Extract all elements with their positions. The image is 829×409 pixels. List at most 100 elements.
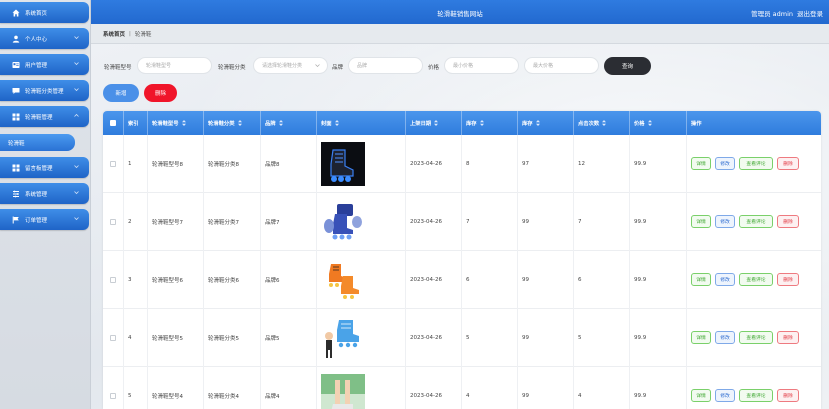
table-row: 3 轮滑鞋型号6 轮滑鞋分类6 品牌6 2023-04-26 6 99 6 99.9 详情 修改 查看… [103, 251, 821, 309]
grid-icon [12, 113, 20, 121]
edit-button[interactable]: 修改 [715, 157, 735, 170]
row-checkbox[interactable] [110, 219, 116, 225]
data-table: 索引 轮滑鞋型号 轮滑鞋分类 品牌 封面 上架日期 库存 库存 点击次数 价格 … [103, 111, 821, 409]
user-icon [12, 35, 20, 43]
sidebar-item-orders[interactable]: 订单管理 [0, 209, 89, 230]
sort-icon [602, 120, 607, 126]
detail-button[interactable]: 详情 [691, 273, 711, 286]
sidebar-item-users[interactable]: 用户管理 [0, 54, 89, 75]
col-header[interactable]: 轮滑鞋分类 [204, 111, 261, 135]
brand-cell: 品牌5 [261, 309, 317, 367]
number-cell: 7 [462, 193, 518, 251]
view-reviews-button[interactable]: 查看评论 [739, 389, 773, 402]
brand-cell: 品牌4 [261, 367, 317, 409]
operations-cell: 详情 修改 查看评论 删除 [687, 367, 821, 409]
table-row: 4 轮滑鞋型号5 轮滑鞋分类5 品牌5 2023-04-26 5 99 5 99.9 详情 修改 查看… [103, 309, 821, 367]
delete-row-button[interactable]: 删除 [777, 331, 799, 344]
sort-icon [434, 120, 439, 126]
cover-cell [317, 135, 406, 193]
site-title: 轮滑鞋销售网站 [437, 10, 483, 18]
sidebar-item-profile[interactable]: 个人中心 [0, 28, 89, 49]
select-all-checkbox[interactable] [110, 120, 116, 126]
col-header-label: 索引 [128, 121, 139, 127]
row-checkbox[interactable] [110, 277, 116, 283]
chevron-down-icon [315, 64, 320, 67]
gear-icon [12, 190, 20, 198]
delete-row-button[interactable]: 删除 [777, 215, 799, 228]
index-cell: 4 [124, 309, 148, 367]
cover-cell [317, 309, 406, 367]
flag-icon [12, 216, 20, 224]
date-cell: 2023-04-26 [406, 193, 462, 251]
col-header[interactable]: 库存 [462, 111, 518, 135]
sidebar-item-category-mgmt[interactable]: 轮滑鞋分类管理 [0, 80, 89, 101]
model-cell: 轮滑鞋型号6 [148, 251, 204, 309]
min-price-input[interactable]: 最小价格 [444, 57, 519, 74]
stock-cell: 99 [518, 309, 574, 367]
delete-row-button[interactable]: 删除 [777, 273, 799, 286]
col-header[interactable]: 索引 [124, 111, 148, 135]
add-button[interactable]: 新增 [103, 84, 139, 102]
logout-link[interactable]: 退出登录 [797, 10, 823, 18]
sidebar-item-label: 轮滑鞋管理 [25, 114, 53, 121]
row-checkbox[interactable] [110, 335, 116, 341]
detail-button[interactable]: 详情 [691, 389, 711, 402]
view-reviews-button[interactable]: 查看评论 [739, 273, 773, 286]
col-header-label: 轮滑鞋型号 [152, 121, 179, 127]
number-cell: 5 [462, 309, 518, 367]
view-reviews-button[interactable]: 查看评论 [739, 331, 773, 344]
model-input[interactable]: 轮滑鞋型号 [137, 57, 212, 74]
view-reviews-button[interactable]: 查看评论 [739, 215, 773, 228]
view-reviews-button[interactable]: 查看评论 [739, 157, 773, 170]
category-cell: 轮滑鞋分类5 [204, 309, 261, 367]
sidebar-item-home[interactable]: 系统首页 [0, 2, 89, 23]
search-button[interactable]: 查询 [604, 57, 651, 75]
col-header-label: 上架日期 [410, 121, 432, 127]
delete-row-button[interactable]: 删除 [777, 389, 799, 402]
sidebar-subitem-skate[interactable]: 轮滑鞋 [0, 134, 75, 151]
edit-button[interactable]: 修改 [715, 273, 735, 286]
sidebar-item-label: 轮滑鞋分类管理 [25, 88, 64, 95]
edit-button[interactable]: 修改 [715, 331, 735, 344]
max-price-input[interactable]: 最大价格 [524, 57, 599, 74]
col-header-label: 品牌 [265, 121, 276, 127]
index-cell: 1 [124, 135, 148, 193]
sidebar-subitem-label: 轮滑鞋 [8, 140, 25, 147]
col-header[interactable]: 轮滑鞋型号 [148, 111, 204, 135]
col-header[interactable]: 上架日期 [406, 111, 462, 135]
detail-button[interactable]: 详情 [691, 157, 711, 170]
sidebar-item-system[interactable]: 系统管理 [0, 183, 89, 204]
edit-button[interactable]: 修改 [715, 215, 735, 228]
delete-row-button[interactable]: 删除 [777, 157, 799, 170]
stock-cell: 99 [518, 367, 574, 409]
category-cell: 轮滑鞋分类8 [204, 135, 261, 193]
detail-button[interactable]: 详情 [691, 215, 711, 228]
delete-button[interactable]: 删除 [144, 84, 177, 102]
sidebar-item-skate-mgmt[interactable]: 轮滑鞋管理 [0, 106, 89, 127]
detail-button[interactable]: 详情 [691, 331, 711, 344]
sort-icon [237, 120, 242, 126]
col-header[interactable]: 封面 [317, 111, 406, 135]
col-header: 操作 [687, 111, 821, 135]
price-cell: 99.9 [630, 193, 687, 251]
brand-input[interactable]: 品牌 [348, 57, 423, 74]
stock-cell: 99 [518, 251, 574, 309]
sidebar-item-message-board[interactable]: 留言板管理 [0, 157, 89, 178]
col-header[interactable]: 价格 [630, 111, 687, 135]
home-icon [12, 9, 20, 17]
row-checkbox[interactable] [110, 393, 116, 399]
price-cell: 99.9 [630, 367, 687, 409]
price-cell: 99.9 [630, 135, 687, 193]
col-header[interactable]: 库存 [518, 111, 574, 135]
col-header[interactable]: 品牌 [261, 111, 317, 135]
row-checkbox[interactable] [110, 161, 116, 167]
category-select[interactable]: 请选择轮滑鞋分类 [253, 57, 328, 74]
breadcrumb-home[interactable]: 系统首页 [103, 30, 125, 38]
col-header[interactable]: 点击次数 [574, 111, 630, 135]
edit-button[interactable]: 修改 [715, 389, 735, 402]
row-select-cell [103, 193, 124, 251]
chevron-down-icon [74, 36, 79, 40]
select-all-cell [103, 111, 124, 135]
top-bar: 轮滑鞋销售网站 管理员 admin 退出登录 [91, 0, 829, 24]
table-header: 索引 轮滑鞋型号 轮滑鞋分类 品牌 封面 上架日期 库存 库存 点击次数 价格 … [103, 111, 821, 135]
